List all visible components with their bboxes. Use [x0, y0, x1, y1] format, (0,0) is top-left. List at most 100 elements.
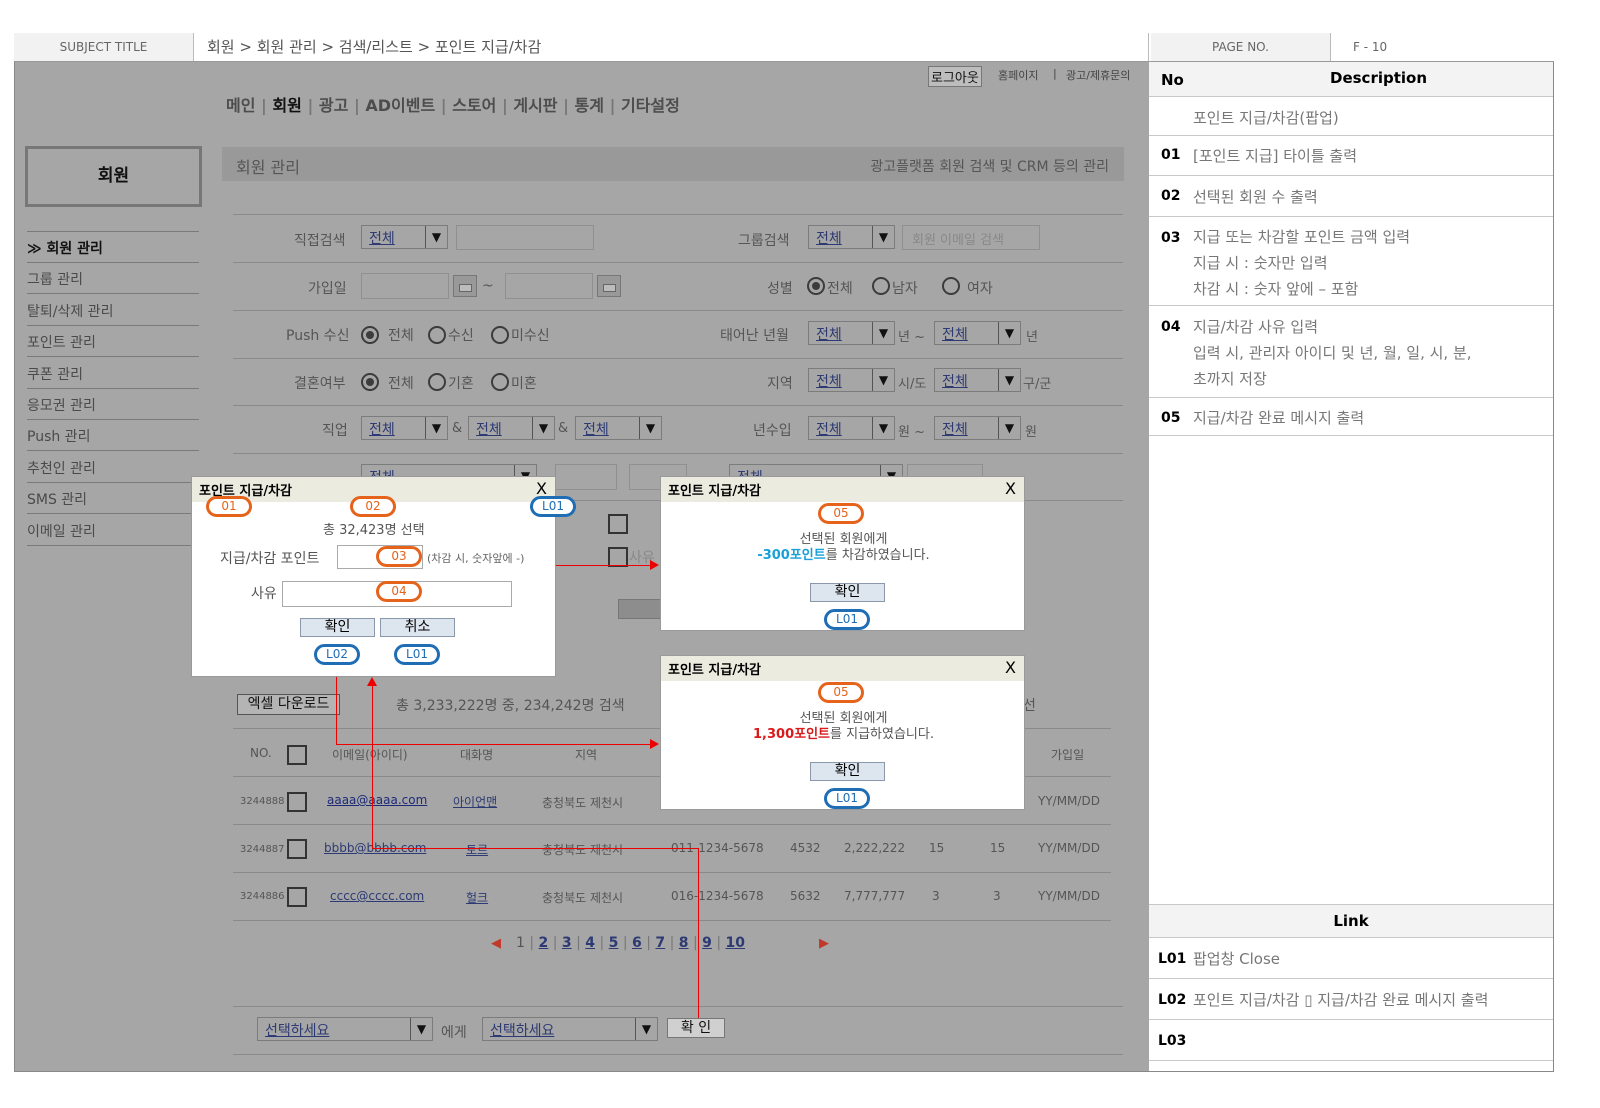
give-ok-button[interactable]: 확인 [810, 762, 885, 781]
sidebar-item-email[interactable]: 이메일 관리 [27, 515, 199, 546]
row-region: 충청북도 제천시 [542, 891, 624, 905]
logout-link[interactable]: 로그아웃 [928, 66, 982, 87]
doc-header: SUBJECT TITLE 회원 > 회원 관리 > 검색/리스트 > 포인트 … [14, 33, 1554, 62]
job-select-1[interactable]: 전체 ▼ [361, 416, 448, 440]
sidebar-item-referrer[interactable]: 추천인 관리 [27, 452, 199, 483]
etc-input-1[interactable] [555, 464, 617, 490]
option-checkbox[interactable] [608, 514, 628, 534]
job-select-3[interactable]: 전체 ▼ [575, 416, 662, 440]
page-value: F - 10 [1353, 40, 1388, 54]
description-panel: No Description 포인트 지급/차감(팝업) 01 [포인트 지급]… [1149, 62, 1553, 1071]
birth-month-select[interactable]: 전체 ▼ [934, 321, 1021, 345]
income-max-select[interactable]: 전체 ▼ [934, 416, 1021, 440]
reason-checkbox[interactable] [608, 547, 628, 567]
sidebar-item-push[interactable]: Push 관리 [27, 420, 199, 451]
sidebar-item-group[interactable]: 그룹 관리 [27, 263, 199, 294]
row-nick-link[interactable]: 아이언맨 [453, 793, 497, 810]
contact-link[interactable]: 광고/제휴문의 [1066, 67, 1130, 83]
married-radio-yes[interactable] [428, 373, 446, 391]
group-search-select[interactable]: 전체 ▼ [808, 225, 895, 249]
nav-item-store[interactable]: 스토어 [452, 96, 496, 115]
close-icon[interactable]: X [1005, 658, 1016, 677]
page-link[interactable]: 2 [539, 935, 549, 951]
gender-radio-male[interactable] [872, 277, 890, 295]
sidebar-item-coupon[interactable]: 쿠폰 관리 [27, 358, 199, 389]
nav-item-member[interactable]: 회원 [272, 96, 301, 115]
gender-radio-female[interactable] [942, 277, 960, 295]
nav-item-main[interactable]: 메인 [226, 96, 255, 115]
row-cell: 3 [993, 889, 1001, 903]
join-date-start[interactable] [361, 273, 449, 299]
page-link[interactable]: 10 [726, 935, 745, 951]
gender-radio-all[interactable] [807, 277, 825, 295]
nav-item-ad[interactable]: 광고 [319, 96, 348, 115]
popup-ok-button[interactable]: 확인 [300, 618, 375, 637]
page-link[interactable]: 8 [679, 935, 689, 951]
page-prev-icon[interactable]: ◀ [491, 936, 501, 951]
group-email-input[interactable]: 회원 이메일 검색 [902, 225, 1040, 250]
sidebar-item-ticket[interactable]: 응모권 관리 [27, 389, 199, 420]
popup-cancel-button[interactable]: 취소 [380, 618, 455, 637]
direct-search-select[interactable]: 전체 ▼ [361, 225, 448, 249]
page-link[interactable]: 5 [609, 935, 619, 951]
dropdown-arrow-icon: ▼ [532, 417, 554, 439]
nav-item-adevent[interactable]: AD이벤트 [365, 96, 435, 115]
row-checkbox[interactable] [287, 839, 307, 859]
page-link[interactable]: 4 [585, 935, 595, 951]
page-link[interactable]: 3 [562, 935, 572, 951]
desc-description-header: Description [1330, 69, 1428, 87]
select-all-checkbox[interactable] [287, 745, 307, 765]
annotation-05: 05 [818, 503, 864, 524]
job-select-2[interactable]: 전체 ▼ [468, 416, 555, 440]
search-button[interactable] [618, 599, 662, 619]
excel-download-button[interactable]: 엑셀 다운로드 [237, 694, 340, 715]
push-radio-off[interactable] [491, 326, 509, 344]
push-radio-on[interactable] [428, 326, 446, 344]
desc-intro: 포인트 지급/차감(팝업) [1193, 109, 1339, 127]
desc-row-02: 02 선택된 회원 수 출력 [1149, 176, 1553, 217]
sidebar-item-sms[interactable]: SMS 관리 [27, 483, 199, 514]
row-email-link[interactable]: cccc@cccc.com [330, 889, 424, 903]
page-next-icon[interactable]: ▶ [819, 936, 829, 951]
region-gugun-select[interactable]: 전체 ▼ [934, 368, 1021, 392]
subject-value: 회원 > 회원 관리 > 검색/리스트 > 포인트 지급/차감 [194, 33, 1149, 61]
page-link[interactable]: 1 [516, 935, 525, 951]
desc-row-01: 01 [포인트 지급] 타이틀 출력 [1149, 136, 1553, 176]
sidebar-item-point[interactable]: 포인트 관리 [27, 326, 199, 357]
join-date-end[interactable] [505, 273, 593, 299]
calendar-icon[interactable] [597, 275, 621, 297]
push-radio-all[interactable] [361, 326, 379, 344]
row-checkbox[interactable] [287, 887, 307, 907]
nav-sep: | [261, 96, 267, 115]
deduct-amount: -300포인트 [757, 548, 826, 563]
sidebar-item-member-mgmt[interactable]: ≫ 회원 관리 [27, 232, 199, 263]
row-nick-link[interactable]: 토르 [466, 841, 488, 858]
birth-year-select[interactable]: 전체 ▼ [808, 321, 895, 345]
married-radio-no[interactable] [491, 373, 509, 391]
direct-search-input[interactable] [456, 225, 594, 250]
region-sido-select[interactable]: 전체 ▼ [808, 368, 895, 392]
desc-row-03: 03 지급 또는 차감할 포인트 금액 입력 지급 시 : 숫자만 입력 차감 … [1149, 217, 1553, 306]
region-label: 지역 [767, 376, 793, 392]
page-link[interactable]: 7 [655, 935, 665, 951]
pagination: 1 | 2 | 3 | 4 | 5 | 6 | 7 | 8 | 9 | 10 [516, 935, 746, 951]
divider [233, 262, 1123, 263]
bottom-select-1[interactable]: 선택하세요 ▼ [257, 1017, 433, 1041]
deduct-ok-button[interactable]: 확인 [810, 583, 885, 602]
married-radio-all[interactable] [361, 373, 379, 391]
income-min-select[interactable]: 전체 ▼ [808, 416, 895, 440]
nav-item-settings[interactable]: 기타설정 [621, 96, 680, 115]
page-link[interactable]: 9 [702, 935, 712, 951]
close-icon[interactable]: X [1005, 479, 1016, 498]
calendar-icon[interactable] [453, 275, 477, 297]
row-email-link[interactable]: aaaa@aaaa.com [327, 793, 427, 807]
nav-item-stats[interactable]: 통계 [575, 96, 604, 115]
bottom-select-2[interactable]: 선택하세요 ▼ [482, 1017, 658, 1041]
sidebar-item-withdraw[interactable]: 탈퇴/삭제 관리 [27, 295, 199, 326]
page-link[interactable]: 6 [632, 935, 642, 951]
nav-item-board[interactable]: 게시판 [513, 96, 557, 115]
bottom-confirm-button[interactable]: 확 인 [667, 1018, 725, 1038]
row-nick-link[interactable]: 헐크 [466, 889, 488, 906]
row-checkbox[interactable] [287, 792, 307, 812]
home-link[interactable]: 홈페이지 [998, 67, 1038, 83]
